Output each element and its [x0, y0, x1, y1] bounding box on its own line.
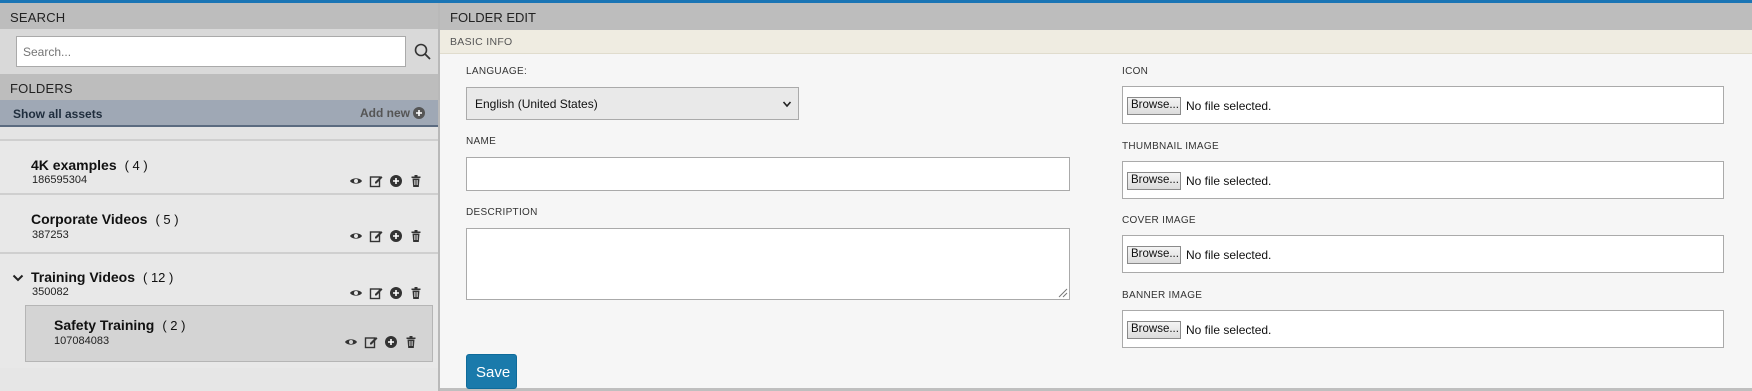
- folder-actions: [349, 286, 423, 300]
- show-all-bar: Show all assets Add new: [0, 100, 438, 127]
- folder-name-text: 4K examples: [31, 157, 117, 173]
- folder-actions: [344, 335, 418, 349]
- cover-file-input[interactable]: Browse... No file selected.: [1122, 235, 1724, 273]
- folder-id: 350082: [32, 286, 69, 298]
- trash-icon[interactable]: [409, 229, 423, 243]
- view-icon[interactable]: [349, 286, 363, 300]
- show-all-assets-link[interactable]: Show all assets: [13, 107, 102, 121]
- add-new-button[interactable]: Add new: [360, 106, 425, 120]
- folder-name: Corporate Videos ( 5 ): [31, 211, 179, 227]
- view-icon[interactable]: [349, 229, 363, 243]
- name-input[interactable]: [466, 157, 1070, 191]
- basic-info-section: BASIC INFO: [440, 30, 1752, 54]
- browse-button[interactable]: Browse...: [1127, 97, 1181, 115]
- browse-button[interactable]: Browse...: [1127, 321, 1181, 339]
- edit-icon[interactable]: [369, 229, 383, 243]
- description-textarea[interactable]: [466, 228, 1070, 300]
- language-label: LANGUAGE:: [466, 66, 528, 77]
- search-header: SEARCH: [0, 3, 438, 29]
- cover-label: COVER IMAGE: [1122, 215, 1196, 226]
- browse-button[interactable]: Browse...: [1127, 246, 1181, 264]
- folder-name-text: Corporate Videos: [31, 211, 148, 227]
- trash-icon[interactable]: [409, 174, 423, 188]
- folders-header: FOLDERS: [0, 74, 438, 100]
- view-icon[interactable]: [344, 335, 358, 349]
- folder-actions: [349, 174, 423, 188]
- add-new-label: Add new: [360, 106, 410, 120]
- folder-id: 107084083: [54, 335, 110, 347]
- subfolder-item[interactable]: Safety Training ( 2 ) 107084083: [25, 305, 433, 362]
- thumbnail-label: THUMBNAIL IMAGE: [1122, 141, 1219, 152]
- folder-item[interactable]: 4K examples ( 4 ) 186595304: [0, 141, 438, 195]
- description-label: DESCRIPTION: [466, 207, 538, 218]
- folder-name-text: Training Videos: [31, 269, 135, 285]
- chevron-down-icon: [782, 101, 792, 108]
- search-input[interactable]: [16, 36, 406, 67]
- edit-icon[interactable]: [369, 286, 383, 300]
- trash-icon[interactable]: [404, 335, 418, 349]
- banner-file-input[interactable]: Browse... No file selected.: [1122, 310, 1724, 348]
- name-label: NAME: [466, 136, 497, 147]
- no-file-text: No file selected.: [1186, 323, 1272, 337]
- icon-file-input[interactable]: Browse... No file selected.: [1122, 86, 1724, 124]
- folder-name-text: Safety Training: [54, 317, 155, 333]
- folder-sidebar: SEARCH FOLDERS Show all assets Add new 4…: [0, 3, 440, 391]
- folder-count: ( 2 ): [162, 318, 186, 333]
- add-icon[interactable]: [384, 335, 398, 349]
- search-icon[interactable]: [413, 42, 433, 62]
- add-icon[interactable]: [389, 174, 403, 188]
- add-icon[interactable]: [389, 229, 403, 243]
- folder-name: Training Videos ( 12 ): [31, 269, 173, 285]
- language-value: English (United States): [475, 97, 598, 111]
- add-icon[interactable]: [389, 286, 403, 300]
- folder-actions: [349, 229, 423, 243]
- thumbnail-file-input[interactable]: Browse... No file selected.: [1122, 161, 1724, 199]
- folder-id: 186595304: [32, 174, 88, 186]
- chevron-down-icon[interactable]: [12, 272, 24, 284]
- view-icon[interactable]: [349, 174, 363, 188]
- edit-icon[interactable]: [369, 174, 383, 188]
- folder-edit-panel: FOLDER EDIT BASIC INFO LANGUAGE: English…: [440, 3, 1752, 391]
- language-select[interactable]: English (United States): [466, 87, 799, 120]
- banner-label: BANNER IMAGE: [1122, 290, 1203, 301]
- resize-grip-icon[interactable]: [1056, 286, 1068, 298]
- plus-circle-icon: [413, 107, 425, 119]
- no-file-text: No file selected.: [1186, 248, 1272, 262]
- folder-count: ( 12 ): [143, 270, 174, 285]
- folder-count: ( 4 ): [124, 158, 148, 173]
- folder-name: 4K examples ( 4 ): [31, 157, 148, 173]
- folder-edit-header: FOLDER EDIT: [440, 3, 1752, 30]
- folder-item[interactable]: Corporate Videos ( 5 ) 387253: [0, 195, 438, 254]
- no-file-text: No file selected.: [1186, 174, 1272, 188]
- save-button[interactable]: Save: [466, 354, 517, 389]
- folder-name: Safety Training ( 2 ): [54, 317, 185, 333]
- folder-item-expanded[interactable]: Training Videos ( 12 ) 350082 Safety Trai…: [0, 254, 438, 368]
- edit-icon[interactable]: [364, 335, 378, 349]
- no-file-text: No file selected.: [1186, 99, 1272, 113]
- folder-list-spacer: [0, 127, 438, 141]
- trash-icon[interactable]: [409, 286, 423, 300]
- folder-id: 387253: [32, 229, 69, 241]
- search-row: [0, 29, 438, 74]
- folder-count: ( 5 ): [155, 212, 179, 227]
- browse-button[interactable]: Browse...: [1127, 172, 1181, 190]
- icon-label: ICON: [1122, 66, 1149, 77]
